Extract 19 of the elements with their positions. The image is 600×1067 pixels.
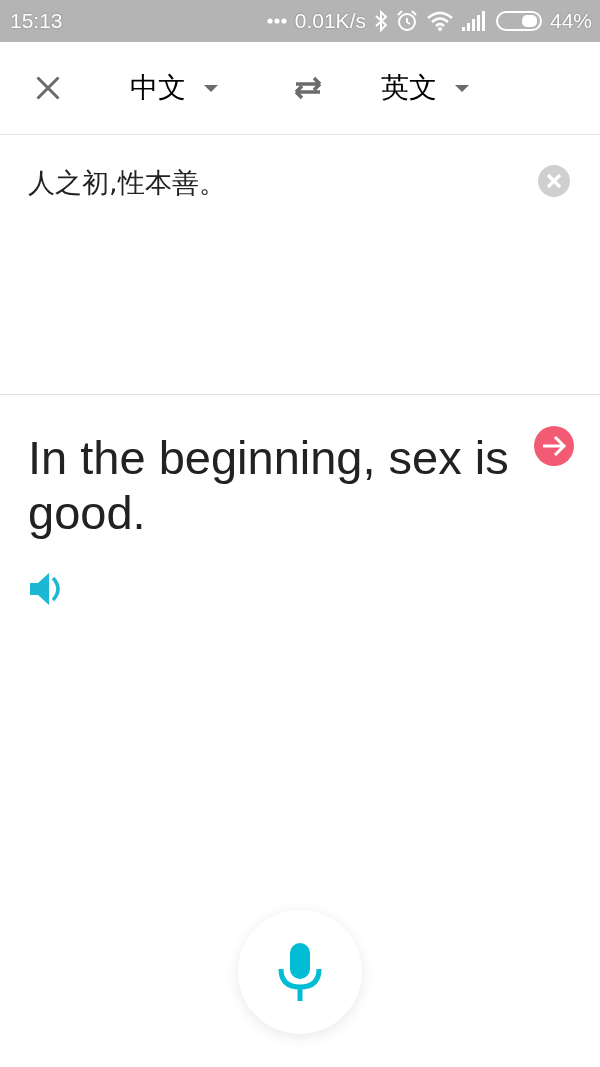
wifi-icon [425,10,454,32]
close-icon[interactable] [36,76,60,100]
signal-icon [461,11,488,31]
swap-icon[interactable] [293,76,323,100]
more-dots-icon [266,18,287,24]
source-language-dropdown[interactable]: 中文 [130,69,218,107]
bluetooth-icon [373,10,388,32]
translation-text: In the beginning, sex is good. [28,430,510,540]
battery-icon [495,11,542,31]
alarm-clock-icon [395,10,418,32]
caret-icon [204,84,218,92]
battery-percent: 44% [549,9,592,33]
target-language-dropdown[interactable]: 英文 [381,69,469,107]
network-speed: 0.01K/s [294,9,366,33]
source-text-field[interactable]: 人之初,性本善。 [28,168,538,198]
status-time: 15:13 [10,9,63,33]
caret-icon [455,84,469,92]
microphone-icon [278,943,322,1001]
arrow-right-icon[interactable] [534,426,574,466]
